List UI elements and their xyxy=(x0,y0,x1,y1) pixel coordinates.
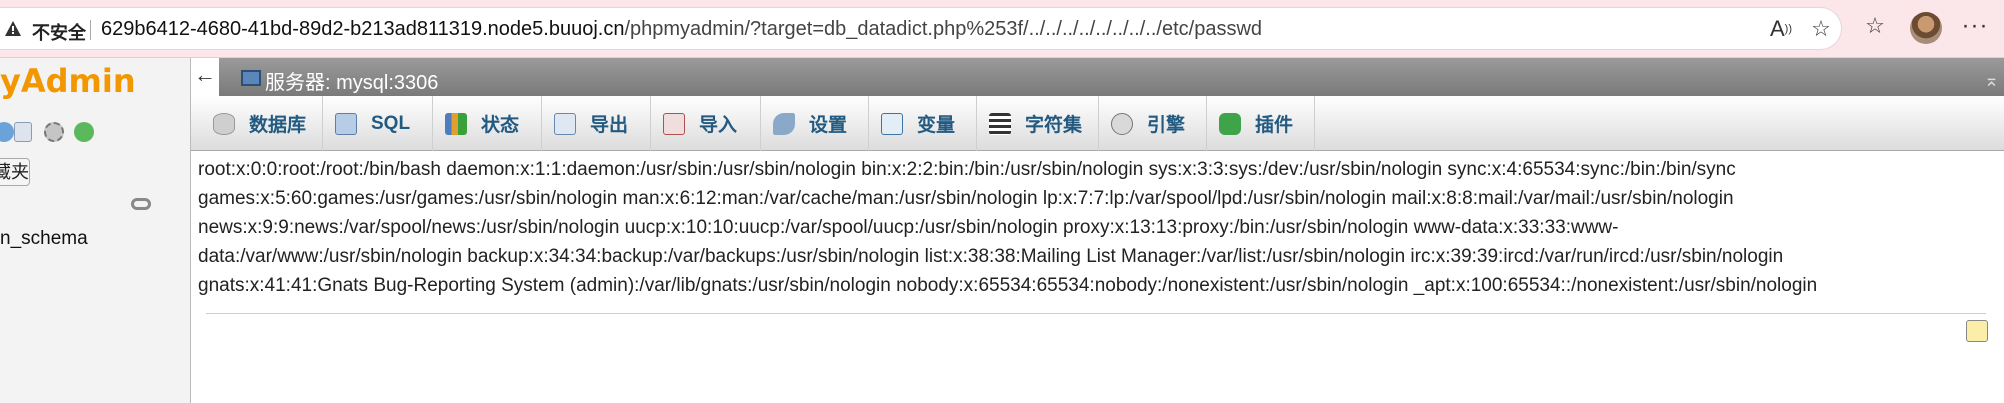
browser-toolbar: 不安全 629b6412-4680-41bd-89d2-b213ad811319… xyxy=(0,0,2004,58)
address-bar[interactable]: 不安全 629b6412-4680-41bd-89d2-b213ad811319… xyxy=(0,7,1842,50)
output-line: gnats:x:41:41:Gnats Bug-Reporting System… xyxy=(198,275,1818,296)
home-icon[interactable] xyxy=(0,122,14,142)
tab-label: 变量 xyxy=(917,115,956,136)
charset-icon xyxy=(989,112,1011,135)
url-path: /phpmyadmin/?target=db_datadict.php%253f… xyxy=(624,18,1263,40)
main-panel: ← 服务器: mysql:3306 ⌅ 数据库 SQL 状态 导出 导入 设置 … xyxy=(190,58,2004,403)
divider xyxy=(206,313,1986,314)
console-icon[interactable] xyxy=(1966,320,1988,342)
export-icon xyxy=(554,112,576,135)
import-icon xyxy=(663,112,685,135)
tab-label: 设置 xyxy=(809,115,848,136)
file-output-text: root:x:0:0:root:/root:/bin/bash daemon:x… xyxy=(198,155,1998,300)
navigation-panel: yAdmin 藏夹 n_schema xyxy=(0,58,190,403)
tab-variables[interactable]: 变量 xyxy=(869,96,977,151)
tab-status[interactable]: 状态 xyxy=(433,96,542,151)
link-icon[interactable] xyxy=(131,198,151,210)
server-label[interactable]: 服务器: mysql:3306 xyxy=(265,66,438,95)
plugin-icon xyxy=(1219,112,1241,135)
tab-label: 引擎 xyxy=(1147,115,1186,136)
tab-label: SQL xyxy=(371,112,411,134)
database-icon xyxy=(213,112,235,135)
tab-label: 状态 xyxy=(481,115,520,136)
tab-label: 导出 xyxy=(590,115,629,136)
output-line: news:x:9:9:news:/var/spool/news:/usr/sbi… xyxy=(198,217,1619,238)
engine-icon xyxy=(1111,112,1133,135)
tab-label: 导入 xyxy=(699,115,738,136)
docs-icon[interactable] xyxy=(14,122,32,142)
favorites-bar-icon[interactable]: ☆ xyxy=(1862,13,1888,39)
back-arrow-icon[interactable]: ← xyxy=(191,58,219,96)
server-icon xyxy=(241,70,261,86)
tab-plugins[interactable]: 插件 xyxy=(1207,96,1315,151)
more-icon[interactable]: ··· xyxy=(1962,12,1988,39)
sql-icon xyxy=(335,112,357,135)
output-line: data:/var/www:/usr/sbin/nologin backup:x… xyxy=(198,246,1784,267)
tab-label: 数据库 xyxy=(249,115,307,136)
url-host: 629b6412-4680-41bd-89d2-b213ad811319.nod… xyxy=(101,18,625,40)
top-menu-tabs: 数据库 SQL 状态 导出 导入 设置 变量 字符集 引擎 插件 xyxy=(191,96,2004,151)
reload-icon[interactable] xyxy=(74,122,94,142)
security-label[interactable]: 不安全 xyxy=(32,19,86,45)
tab-import[interactable]: 导入 xyxy=(651,96,761,151)
gear-icon[interactable] xyxy=(44,122,64,142)
tab-label: 插件 xyxy=(1255,115,1294,136)
server-breadcrumb-bar: ← 服务器: mysql:3306 ⌅ xyxy=(191,58,2004,96)
tab-charsets[interactable]: 字符集 xyxy=(977,96,1099,151)
wrench-icon xyxy=(773,112,795,135)
read-aloud-icon[interactable]: A)) xyxy=(1768,16,1794,42)
tab-label: 字符集 xyxy=(1025,115,1083,136)
profile-avatar[interactable] xyxy=(1910,12,1942,44)
nav-icon-row xyxy=(0,122,100,144)
output-line: root:x:0:0:root:/root:/bin/bash daemon:x… xyxy=(198,159,1736,180)
favorite-star-icon[interactable]: ☆ xyxy=(1808,16,1834,42)
favorites-button[interactable]: 藏夹 xyxy=(0,158,30,186)
tab-databases[interactable]: 数据库 xyxy=(201,96,323,151)
phpmyadmin-logo[interactable]: yAdmin xyxy=(0,62,136,100)
status-chart-icon xyxy=(445,112,467,135)
tab-export[interactable]: 导出 xyxy=(542,96,651,151)
tab-engines[interactable]: 引擎 xyxy=(1099,96,1207,151)
warning-icon[interactable] xyxy=(4,20,22,38)
output-line: games:x:5:60:games:/usr/games:/usr/sbin/… xyxy=(198,188,1734,209)
url-separator xyxy=(90,20,91,40)
url-text[interactable]: 629b6412-4680-41bd-89d2-b213ad811319.nod… xyxy=(101,18,1262,41)
variables-icon xyxy=(881,112,903,135)
tab-sql[interactable]: SQL xyxy=(323,96,433,151)
tab-settings[interactable]: 设置 xyxy=(761,96,869,151)
collapse-icon[interactable]: ⌅ xyxy=(1984,70,1999,91)
database-item[interactable]: n_schema xyxy=(0,228,88,250)
